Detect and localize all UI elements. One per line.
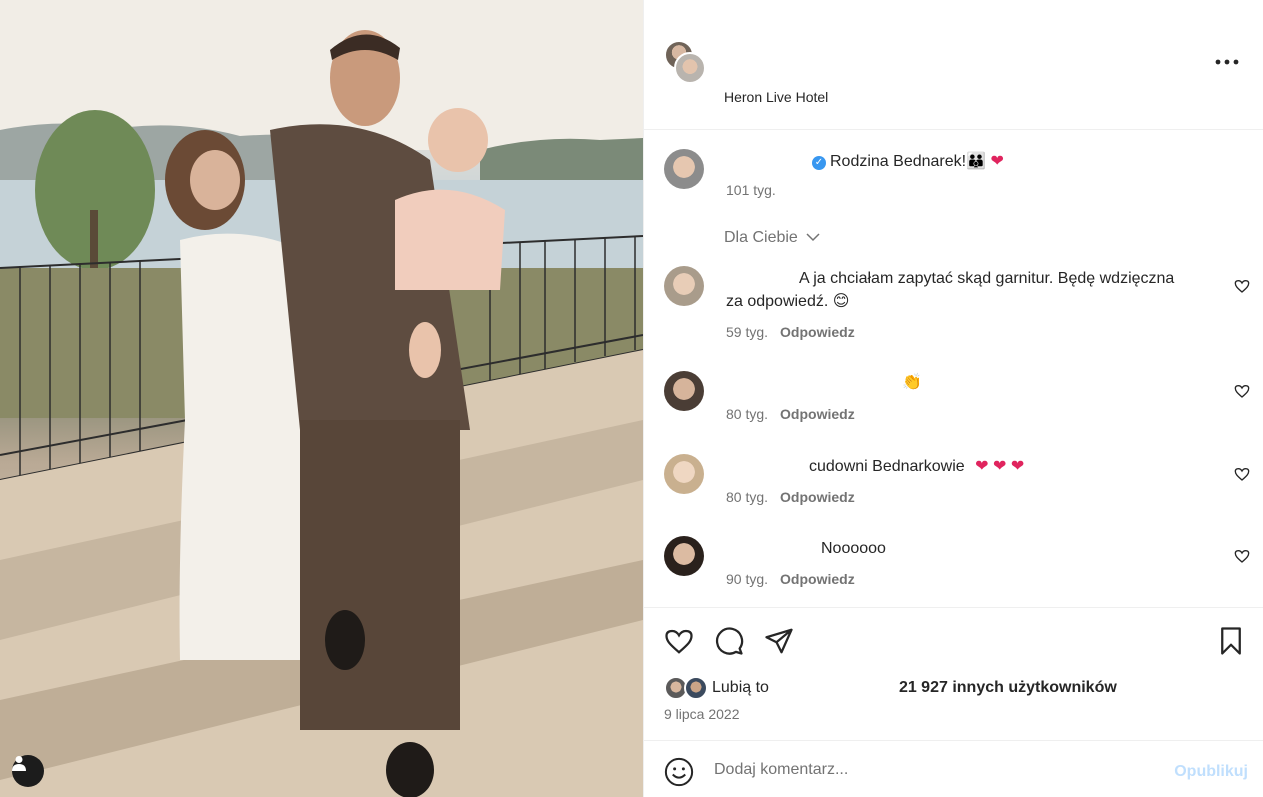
filter-label: Dla Ciebie [724, 229, 798, 246]
avatar[interactable] [664, 149, 704, 189]
post-sidebar: Heron Live Hotel ✓ Rodzina Bednarek!👪 ❤ 1… [643, 0, 1263, 797]
avatar[interactable] [664, 371, 704, 411]
likes-summary[interactable]: Lubią to 21 927 innych użytkowników [664, 676, 1117, 700]
likes-count-link[interactable]: 21 927 innych użytkowników [899, 679, 1117, 697]
comment-meta: 80 tyg. Odpowiedz [726, 406, 855, 422]
comments-section[interactable]: ✓ Rodzina Bednarek!👪 ❤ 101 tyg. Dla Ciebi… [644, 131, 1263, 607]
post-actions: Lubią to 21 927 innych użytkowników 9 li… [644, 607, 1263, 740]
chevron-down-icon [806, 233, 820, 242]
comment-time: 59 tyg. [726, 324, 769, 340]
emoji-smiley-icon[interactable] [664, 757, 694, 787]
location-link[interactable]: Heron Live Hotel [724, 89, 828, 105]
caption: ✓ Rodzina Bednarek!👪 ❤ [812, 150, 1004, 173]
instagram-post-view: Heron Live Hotel ✓ Rodzina Bednarek!👪 ❤ 1… [0, 0, 1263, 797]
comment-line: cudowni Bednarkowie [809, 458, 965, 475]
verified-badge-icon: ✓ [812, 156, 826, 170]
caption-emoji: 👪 ❤ [966, 153, 1004, 170]
reply-button[interactable]: Odpowiedz [780, 571, 855, 587]
comment-line: A ja chciałam zapytać skąd garnitur. Będ… [799, 270, 1175, 287]
avatar[interactable] [664, 454, 704, 494]
like-comment-heart-icon[interactable] [1234, 278, 1250, 294]
comment-text: za odpowiedź. 😊 [726, 290, 849, 313]
comment-time: 80 tyg. [726, 406, 769, 422]
comment-time: 90 tyg. [726, 571, 769, 587]
avatar[interactable] [674, 52, 706, 84]
post-photo[interactable] [0, 0, 643, 797]
comment-composer: Opublikuj [644, 740, 1263, 797]
photo-illustration [0, 0, 643, 797]
comment-meta: 80 tyg. Odpowiedz [726, 489, 855, 505]
post-header: Heron Live Hotel [644, 0, 1263, 130]
more-options-icon[interactable] [1215, 52, 1239, 72]
reply-button[interactable]: Odpowiedz [780, 406, 855, 422]
user-icon [12, 756, 26, 771]
comment-meta: 59 tyg. Odpowiedz [726, 324, 855, 340]
reply-button[interactable]: Odpowiedz [780, 324, 855, 340]
comment-line: 👏 [902, 374, 922, 391]
like-comment-heart-icon[interactable] [1234, 466, 1250, 482]
comment-text: A ja chciałam zapytać skąd garnitur. Będ… [799, 267, 1174, 290]
collab-avatars[interactable] [664, 40, 708, 84]
comment-bubble-icon[interactable] [714, 626, 744, 656]
like-comment-heart-icon[interactable] [1234, 548, 1250, 564]
avatar[interactable] [664, 266, 704, 306]
avatar [684, 676, 708, 700]
like-comment-heart-icon[interactable] [1234, 383, 1250, 399]
comment-meta: 90 tyg. Odpowiedz [726, 571, 855, 587]
comment-line: za odpowiedź. 😊 [726, 293, 850, 310]
caption-text: Rodzina Bednarek! [830, 153, 967, 170]
comment-filter-dropdown[interactable]: Dla Ciebie [724, 229, 820, 247]
likers-avatars [664, 676, 712, 700]
comment-text: Noooooo [821, 537, 886, 560]
save-bookmark-icon[interactable] [1216, 626, 1246, 656]
likes-label: Lubią to [712, 679, 769, 696]
tagged-users-button[interactable] [12, 755, 44, 787]
comment-emoji: ❤ ❤ ❤ [975, 458, 1025, 475]
caption-time: 101 tyg. [726, 182, 776, 198]
comment-text: cudowni Bednarkowie ❤ ❤ ❤ [809, 455, 1024, 478]
share-paper-plane-icon[interactable] [764, 626, 794, 656]
avatar[interactable] [664, 536, 704, 576]
post-date[interactable]: 9 lipca 2022 [664, 706, 740, 722]
reply-button[interactable]: Odpowiedz [780, 489, 855, 505]
comment-text: 👏 [902, 371, 922, 394]
publish-button[interactable]: Opublikuj [1174, 763, 1248, 781]
comment-time: 80 tyg. [726, 489, 769, 505]
caption-meta: 101 tyg. [726, 182, 776, 198]
like-heart-icon[interactable] [664, 626, 694, 656]
comment-input[interactable] [714, 755, 1154, 785]
comment-line: Noooooo [821, 540, 886, 557]
